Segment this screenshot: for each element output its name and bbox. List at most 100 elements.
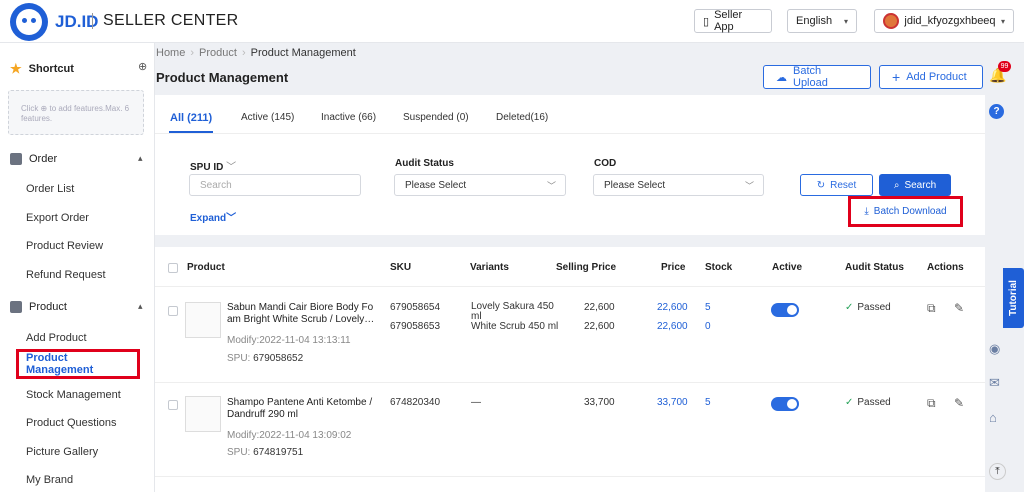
active-toggle[interactable]	[771, 303, 799, 317]
product-table: Product SKU Variants Selling Price Price…	[155, 247, 985, 492]
star-icon: ★	[10, 61, 22, 76]
sidebar-item-my-brand[interactable]: My Brand	[26, 474, 73, 486]
row-checkbox[interactable]	[168, 306, 178, 316]
tab-all[interactable]: All (211)	[170, 112, 212, 124]
row-checkbox[interactable]	[168, 400, 178, 410]
active-toggle[interactable]	[771, 397, 799, 411]
audit-status: ✓ Passed	[845, 302, 891, 313]
sidebar-item-picture-gallery[interactable]: Picture Gallery	[26, 446, 98, 458]
row-divider	[155, 382, 985, 383]
col-header-sku: SKU	[390, 262, 412, 273]
sidebar-item-product-review[interactable]: Product Review	[26, 240, 103, 252]
stock-link[interactable]: 5	[705, 302, 711, 313]
spu-label: SPU:	[227, 353, 251, 364]
chevron-up-icon[interactable]: ▴	[138, 301, 143, 312]
language-select[interactable]: English ▾	[787, 9, 857, 33]
sidebar-item-product-questions[interactable]: Product Questions	[26, 417, 117, 429]
sidebar-item-export-order[interactable]: Export Order	[26, 212, 89, 224]
chevron-down-icon: ﹀	[226, 213, 237, 224]
chevron-right-icon: ›	[241, 47, 246, 59]
sidebar: ★ Shortcut ⊕ Click ⊕ to add features.Max…	[0, 43, 155, 492]
tab-deleted[interactable]: Deleted(16)	[496, 112, 548, 123]
product-thumbnail[interactable]	[185, 302, 221, 338]
stock-link[interactable]: 0	[705, 321, 711, 332]
sidebar-item-add-product[interactable]: Add Product	[26, 332, 87, 344]
tab-inactive[interactable]: Inactive (66)	[321, 112, 376, 123]
variant-value: White Scrub 450 ml	[471, 321, 559, 332]
logo-icon[interactable]	[10, 3, 48, 41]
sidebar-group-order[interactable]: Order	[10, 153, 57, 165]
back-to-top-icon[interactable]: ⤒	[989, 463, 1006, 480]
sku-value: 679058653	[390, 321, 441, 332]
search-label: Search	[904, 179, 937, 191]
variant-value: Lovely Sakura 450 ml	[471, 301, 554, 322]
tabs-divider	[155, 133, 985, 134]
spu-id: SPU: 679058652	[227, 353, 303, 364]
sidebar-group-product[interactable]: Product	[10, 301, 67, 313]
username: jdid_kfyozgxhbeeq	[904, 15, 996, 27]
expand-link[interactable]: Expand﹀	[190, 209, 236, 224]
expand-label: Expand	[190, 213, 227, 224]
audit-status-text: Passed	[857, 302, 891, 313]
caret-down-icon: ▾	[1000, 16, 1005, 26]
user-menu[interactable]: jdid_kfyozgxhbeeq ▾	[874, 9, 1014, 33]
shortcut-title: Shortcut	[28, 63, 74, 75]
top-bar: JD.ID SELLER CENTER ▯ Seller App English…	[0, 0, 1024, 43]
product-name-line2: Dandruff 290 ml	[227, 409, 298, 420]
cod-select[interactable]: Please Select ﹀	[593, 174, 764, 196]
chevron-up-icon[interactable]: ▴	[138, 153, 143, 164]
search-button[interactable]: ⌕ Search	[879, 174, 951, 196]
col-header-product: Product	[187, 262, 225, 273]
spu-id-text: SPU ID	[190, 162, 224, 173]
tutorial-tab[interactable]: Tutorial	[1003, 268, 1024, 328]
tab-active[interactable]: Active (145)	[241, 112, 294, 123]
product-name-line2: am Bright White Scrub / Lovely…	[227, 314, 375, 325]
chevron-down-icon: ﹀	[744, 181, 754, 191]
reset-button[interactable]: ↻ Reset	[800, 174, 873, 196]
price-link[interactable]: 33,700	[657, 397, 688, 408]
sidebar-item-label: Product Management	[26, 352, 94, 376]
product-thumbnail[interactable]	[185, 396, 221, 432]
cod-value: Please Select	[604, 180, 666, 191]
batch-download-button[interactable]: ⤓ Batch Download	[848, 196, 963, 227]
refresh-icon: ↻	[816, 179, 826, 191]
audit-status-select[interactable]: Please Select ﹀	[394, 174, 566, 196]
sidebar-item-order-list[interactable]: Order List	[26, 183, 74, 195]
breadcrumb-home[interactable]: Home	[156, 47, 185, 59]
check-icon: ✓	[845, 397, 854, 408]
download-icon: ⤓	[864, 206, 869, 217]
product-name[interactable]: Sabun Mandi Cair Biore Body Fo am Bright…	[227, 302, 377, 326]
spu-value: 679058652	[253, 353, 304, 364]
reset-label: Reset	[830, 179, 857, 191]
add-product-button[interactable]: + Add Product	[879, 65, 983, 89]
price-link[interactable]: 22,600	[657, 321, 688, 332]
add-shortcut-icon[interactable]: ⊕	[138, 60, 147, 73]
price-link[interactable]: 22,600	[657, 302, 688, 313]
edit-icon[interactable]: ✎	[954, 396, 964, 410]
spu-search-input[interactable]: Search	[189, 174, 361, 196]
sidebar-item-stock-management[interactable]: Stock Management	[26, 389, 121, 401]
copy-icon[interactable]: ⧉	[927, 396, 936, 411]
batch-upload-button[interactable]: ☁ Batch Upload	[763, 65, 871, 89]
col-header-actions: Actions	[927, 262, 964, 273]
help-icon[interactable]: ?	[989, 104, 1004, 119]
plus-icon: +	[892, 69, 901, 85]
seller-app-label: Seller App	[714, 9, 743, 33]
stock-link[interactable]: 5	[705, 397, 711, 408]
sidebar-item-refund-request[interactable]: Refund Request	[26, 269, 106, 281]
col-header-stock: Stock	[705, 262, 733, 273]
seller-app-button[interactable]: ▯ Seller App	[694, 9, 772, 33]
select-all-checkbox[interactable]	[168, 263, 178, 273]
mail-icon[interactable]: ✉	[989, 375, 1000, 391]
headset-icon[interactable]: ◉	[989, 341, 1000, 357]
avatar	[883, 13, 899, 29]
edit-icon[interactable]: ✎	[954, 301, 964, 315]
tab-suspended[interactable]: Suspended (0)	[403, 112, 469, 123]
phone-icon: ▯	[703, 15, 710, 28]
product-name[interactable]: Shampo Pantene Anti Ketombe / Dandruff 2…	[227, 397, 382, 421]
spu-id-label[interactable]: SPU ID ﹀	[190, 158, 236, 173]
copy-icon[interactable]: ⧉	[927, 301, 936, 316]
graduation-cap-icon[interactable]: ⌂	[989, 410, 997, 425]
breadcrumb-product[interactable]: Product	[199, 47, 237, 59]
sidebar-item-product-management[interactable]: Product Management	[16, 349, 140, 379]
